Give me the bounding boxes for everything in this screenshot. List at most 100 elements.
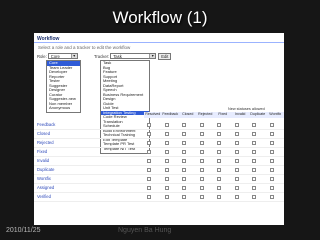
workflow-row: Closed bbox=[34, 130, 284, 139]
role-option[interactable]: Anonymous bbox=[47, 105, 80, 111]
role-select[interactable]: Core ▼ bbox=[47, 53, 78, 59]
footer-note: Nguyen Ba Hung bbox=[118, 227, 172, 234]
transition-checkbox[interactable] bbox=[164, 141, 169, 145]
workflow-row: Feedback bbox=[34, 121, 284, 130]
workflow-row: Fixed bbox=[34, 148, 284, 157]
transition-checkbox[interactable] bbox=[234, 168, 239, 172]
transition-checkbox[interactable] bbox=[252, 177, 256, 181]
section-title: Workflow bbox=[37, 36, 60, 42]
transition-checkbox[interactable] bbox=[269, 150, 274, 154]
transition-checkbox[interactable] bbox=[182, 159, 186, 163]
transition-checkbox[interactable] bbox=[252, 132, 256, 136]
status-column-header: Invalid bbox=[235, 112, 246, 116]
transition-checkbox[interactable] bbox=[147, 159, 151, 163]
workflow-row: Wontfix bbox=[34, 175, 284, 184]
transition-checkbox[interactable] bbox=[252, 150, 256, 154]
transition-checkbox[interactable] bbox=[252, 141, 256, 145]
transition-checkbox[interactable] bbox=[164, 159, 169, 163]
transition-checkbox[interactable] bbox=[199, 195, 204, 199]
transition-checkbox[interactable] bbox=[164, 150, 169, 154]
transition-checkbox[interactable] bbox=[217, 195, 221, 199]
transition-checkbox[interactable] bbox=[217, 141, 221, 145]
workflow-row: Invalid bbox=[34, 157, 284, 166]
status-column-header: Closed bbox=[182, 112, 194, 116]
transition-checkbox[interactable] bbox=[182, 123, 186, 127]
tracker-value: Task bbox=[113, 54, 122, 59]
transition-checkbox[interactable] bbox=[164, 123, 169, 127]
transition-checkbox[interactable] bbox=[217, 177, 221, 181]
transition-checkbox[interactable] bbox=[147, 168, 151, 172]
transition-checkbox[interactable] bbox=[234, 132, 239, 136]
transition-checkbox[interactable] bbox=[234, 141, 239, 145]
workflow-row: Rejected bbox=[34, 139, 284, 148]
status-row-label: Fixed bbox=[37, 149, 48, 154]
transition-checkbox[interactable] bbox=[199, 141, 204, 145]
section-header: Workflow bbox=[34, 35, 284, 43]
transition-checkbox[interactable] bbox=[252, 123, 256, 127]
status-row-label: Feedback bbox=[37, 122, 56, 127]
transition-checkbox[interactable] bbox=[164, 177, 169, 181]
slide-title: Workflow (1) bbox=[112, 8, 208, 27]
transition-checkbox[interactable] bbox=[252, 159, 256, 163]
transition-checkbox[interactable] bbox=[217, 123, 221, 127]
transition-checkbox[interactable] bbox=[269, 159, 274, 163]
transition-checkbox[interactable] bbox=[269, 123, 274, 127]
status-column-header: Feedback bbox=[162, 112, 179, 116]
chevron-down-icon[interactable]: ▼ bbox=[70, 54, 77, 58]
transition-checkbox[interactable] bbox=[252, 186, 256, 190]
transition-checkbox[interactable] bbox=[234, 150, 239, 154]
edit-button[interactable]: Edit bbox=[158, 52, 172, 60]
status-row-label: Rejected bbox=[37, 140, 54, 145]
status-row-label: Invalid bbox=[37, 158, 50, 163]
transition-checkbox[interactable] bbox=[164, 168, 169, 172]
role-dropdown-list[interactable]: Core Team Leader Developer Reporter Tester Su… bbox=[46, 60, 81, 113]
role-value: Core bbox=[50, 54, 60, 59]
transition-checkbox[interactable] bbox=[182, 141, 186, 145]
transition-checkbox[interactable] bbox=[147, 132, 151, 136]
transition-checkbox[interactable] bbox=[147, 186, 151, 190]
transition-checkbox[interactable] bbox=[234, 159, 239, 163]
transition-checkbox[interactable] bbox=[182, 186, 186, 190]
transition-checkbox[interactable] bbox=[234, 177, 239, 181]
transition-checkbox[interactable] bbox=[147, 123, 151, 127]
transition-checkbox[interactable] bbox=[217, 159, 221, 163]
status-row-label: Wontfix bbox=[37, 176, 51, 181]
transition-checkbox[interactable] bbox=[182, 150, 186, 154]
tracker-select[interactable]: Task ▼ bbox=[110, 53, 157, 59]
transition-checkbox[interactable] bbox=[269, 177, 274, 181]
transition-checkbox[interactable] bbox=[252, 195, 256, 199]
transition-checkbox[interactable] bbox=[199, 186, 204, 190]
transition-checkbox[interactable] bbox=[217, 168, 221, 172]
transition-checkbox[interactable] bbox=[164, 195, 169, 199]
transition-checkbox[interactable] bbox=[147, 177, 151, 181]
transition-checkbox[interactable] bbox=[217, 150, 221, 154]
transition-checkbox[interactable] bbox=[217, 132, 221, 136]
transition-checkbox[interactable] bbox=[182, 168, 186, 172]
transition-checkbox[interactable] bbox=[147, 141, 151, 145]
transition-checkbox[interactable] bbox=[199, 159, 204, 163]
transition-checkbox[interactable] bbox=[182, 132, 186, 136]
transition-checkbox[interactable] bbox=[199, 132, 204, 136]
transition-checkbox[interactable] bbox=[269, 195, 274, 199]
transition-checkbox[interactable] bbox=[164, 132, 169, 136]
transition-checkbox[interactable] bbox=[217, 186, 221, 190]
chevron-down-icon[interactable]: ▼ bbox=[149, 54, 156, 58]
transition-checkbox[interactable] bbox=[269, 168, 274, 172]
transition-checkbox[interactable] bbox=[234, 195, 239, 199]
transition-checkbox[interactable] bbox=[269, 132, 274, 136]
transition-checkbox[interactable] bbox=[234, 123, 239, 127]
transition-checkbox[interactable] bbox=[199, 168, 204, 172]
transition-checkbox[interactable] bbox=[199, 123, 204, 127]
transition-checkbox[interactable] bbox=[147, 150, 151, 154]
transition-checkbox[interactable] bbox=[164, 186, 169, 190]
transition-checkbox[interactable] bbox=[234, 186, 239, 190]
transition-checkbox[interactable] bbox=[199, 150, 204, 154]
transition-checkbox[interactable] bbox=[252, 168, 256, 172]
transition-checkbox[interactable] bbox=[182, 195, 186, 199]
transition-checkbox[interactable] bbox=[147, 195, 151, 199]
transition-checkbox[interactable] bbox=[269, 141, 274, 145]
workflow-row: Verified bbox=[34, 193, 284, 202]
transition-checkbox[interactable] bbox=[182, 177, 186, 181]
transition-checkbox[interactable] bbox=[269, 186, 274, 190]
transition-checkbox[interactable] bbox=[199, 177, 204, 181]
